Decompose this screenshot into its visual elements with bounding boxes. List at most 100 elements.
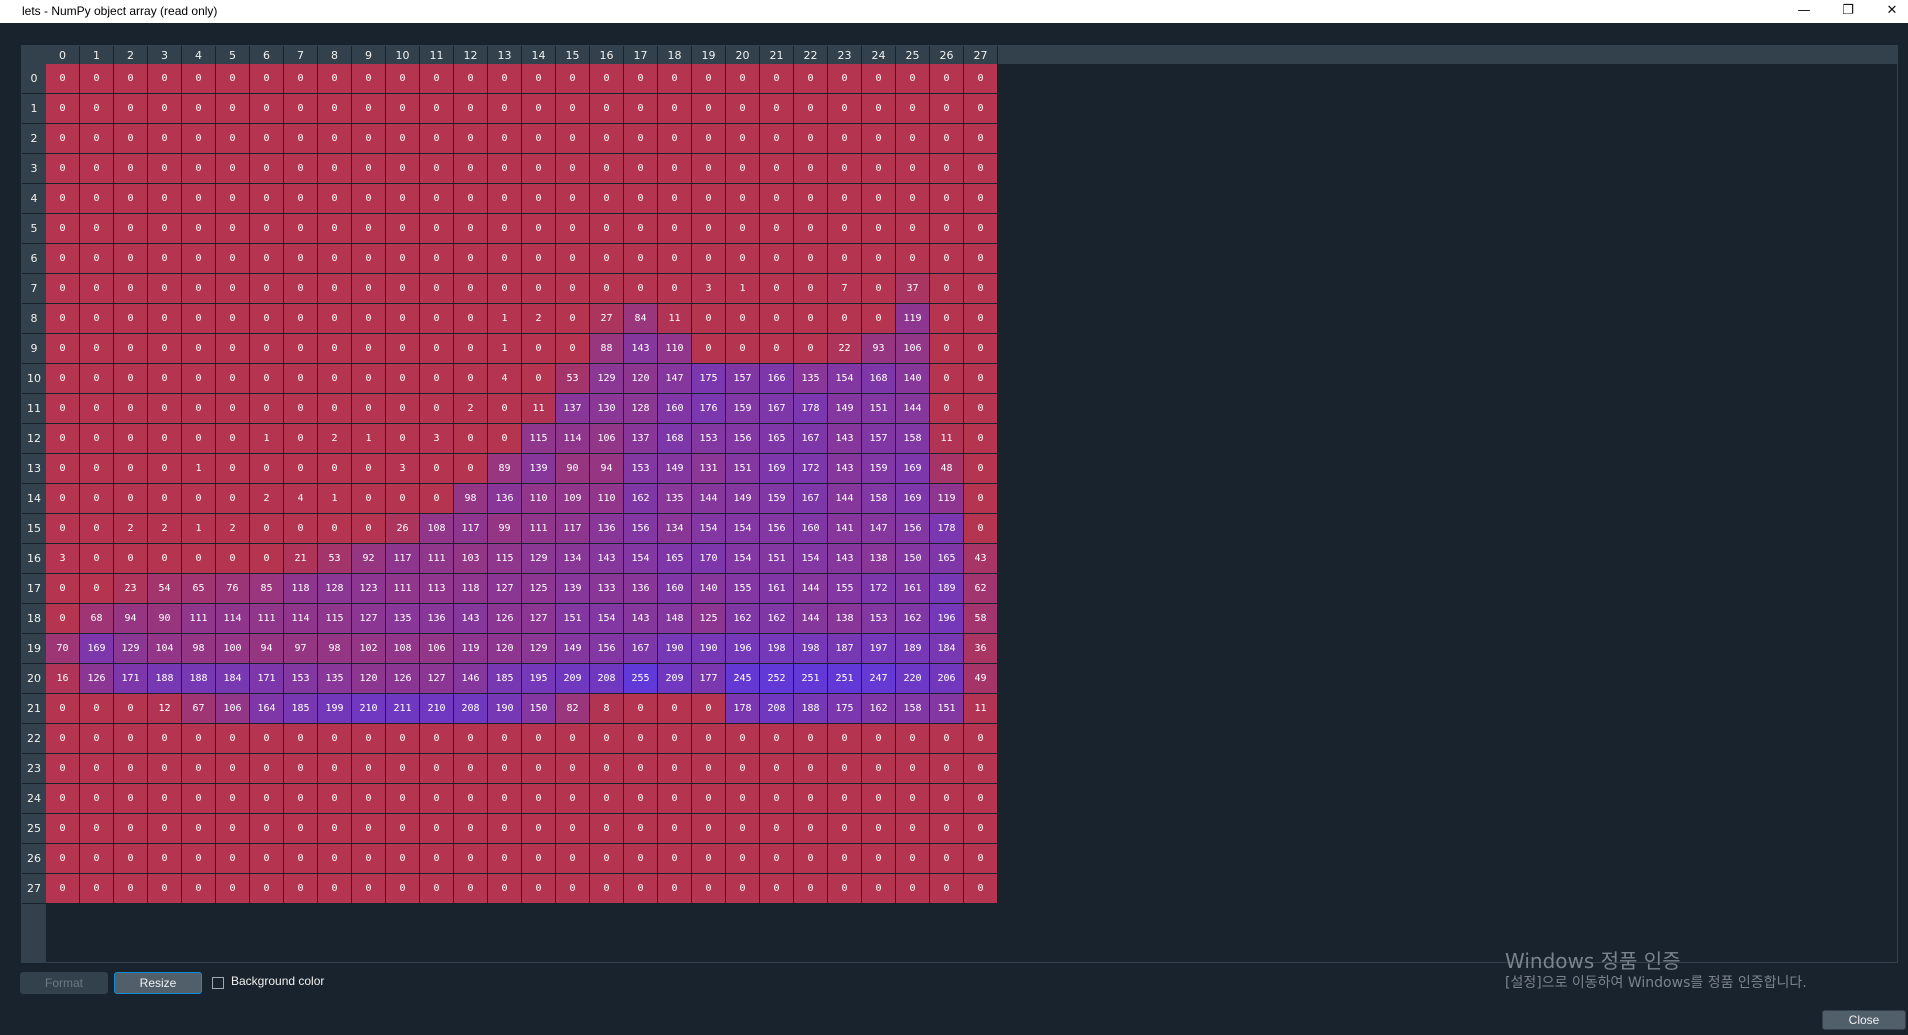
array-cell[interactable]: 0 [658, 94, 692, 124]
row-header[interactable]: 13 [22, 454, 46, 484]
array-cell[interactable]: 129 [522, 544, 556, 574]
array-cell[interactable]: 0 [658, 64, 692, 94]
array-cell[interactable]: 106 [896, 334, 930, 364]
array-cell[interactable]: 0 [250, 214, 284, 244]
array-cell[interactable]: 0 [760, 814, 794, 844]
array-cell[interactable]: 0 [318, 244, 352, 274]
array-cell[interactable]: 0 [284, 874, 318, 904]
array-cell[interactable]: 159 [760, 484, 794, 514]
array-cell[interactable]: 0 [658, 874, 692, 904]
array-cell[interactable]: 0 [284, 394, 318, 424]
array-cell[interactable]: 0 [454, 874, 488, 904]
array-cell[interactable]: 0 [284, 244, 318, 274]
array-cell[interactable]: 117 [454, 514, 488, 544]
array-cell[interactable]: 0 [148, 274, 182, 304]
array-cell[interactable]: 115 [522, 424, 556, 454]
array-cell[interactable]: 0 [454, 424, 488, 454]
array-cell[interactable]: 135 [386, 604, 420, 634]
array-cell[interactable]: 127 [522, 604, 556, 634]
array-cell[interactable]: 0 [182, 364, 216, 394]
array-cell[interactable]: 0 [862, 124, 896, 154]
array-cell[interactable]: 0 [80, 124, 114, 154]
array-cell[interactable]: 252 [760, 664, 794, 694]
array-cell[interactable]: 151 [930, 694, 964, 724]
array-cell[interactable]: 110 [522, 484, 556, 514]
array-cell[interactable]: 0 [284, 364, 318, 394]
array-cell[interactable]: 117 [556, 514, 590, 544]
array-cell[interactable]: 0 [148, 244, 182, 274]
array-cell[interactable]: 0 [318, 154, 352, 184]
array-cell[interactable]: 0 [454, 334, 488, 364]
array-cell[interactable]: 0 [896, 724, 930, 754]
array-cell[interactable]: 166 [760, 364, 794, 394]
array-cell[interactable]: 0 [964, 64, 998, 94]
array-cell[interactable]: 0 [80, 844, 114, 874]
array-cell[interactable]: 0 [216, 304, 250, 334]
array-cell[interactable]: 0 [760, 874, 794, 904]
array-cell[interactable]: 167 [624, 634, 658, 664]
array-cell[interactable]: 0 [828, 304, 862, 334]
array-cell[interactable]: 144 [896, 394, 930, 424]
array-cell[interactable]: 0 [318, 214, 352, 244]
array-cell[interactable]: 0 [828, 784, 862, 814]
row-header[interactable]: 27 [22, 874, 46, 904]
array-cell[interactable]: 0 [148, 814, 182, 844]
array-cell[interactable]: 143 [624, 604, 658, 634]
array-cell[interactable]: 0 [352, 244, 386, 274]
array-cell[interactable]: 0 [318, 94, 352, 124]
array-cell[interactable]: 0 [760, 214, 794, 244]
array-cell[interactable]: 103 [454, 544, 488, 574]
array-cell[interactable]: 0 [284, 754, 318, 784]
array-cell[interactable]: 111 [250, 604, 284, 634]
array-cell[interactable]: 0 [692, 124, 726, 154]
array-cell[interactable]: 0 [488, 754, 522, 784]
array-cell[interactable]: 0 [454, 244, 488, 274]
array-cell[interactable]: 12 [148, 694, 182, 724]
array-cell[interactable]: 0 [114, 184, 148, 214]
array-cell[interactable]: 0 [930, 94, 964, 124]
array-cell[interactable]: 0 [624, 844, 658, 874]
array-cell[interactable]: 0 [216, 754, 250, 784]
array-cell[interactable]: 0 [114, 454, 148, 484]
array-cell[interactable]: 111 [386, 574, 420, 604]
array-cell[interactable]: 0 [896, 814, 930, 844]
array-cell[interactable]: 0 [182, 124, 216, 154]
array-cell[interactable]: 114 [556, 424, 590, 454]
array-cell[interactable]: 82 [556, 694, 590, 724]
array-cell[interactable]: 0 [386, 274, 420, 304]
array-cell[interactable]: 0 [896, 154, 930, 184]
array-cell[interactable]: 0 [352, 94, 386, 124]
column-header[interactable]: 11 [420, 46, 454, 64]
array-cell[interactable]: 0 [284, 514, 318, 544]
array-cell[interactable]: 245 [726, 664, 760, 694]
array-cell[interactable]: 0 [352, 304, 386, 334]
array-cell[interactable]: 0 [420, 304, 454, 334]
array-cell[interactable]: 0 [692, 154, 726, 184]
array-cell[interactable]: 0 [726, 304, 760, 334]
array-cell[interactable]: 49 [964, 664, 998, 694]
array-cell[interactable]: 150 [896, 544, 930, 574]
array-cell[interactable]: 98 [182, 634, 216, 664]
row-header[interactable]: 3 [22, 154, 46, 184]
array-cell[interactable]: 0 [80, 274, 114, 304]
array-cell[interactable]: 0 [216, 334, 250, 364]
array-cell[interactable]: 0 [114, 484, 148, 514]
array-cell[interactable]: 0 [488, 64, 522, 94]
array-cell[interactable]: 0 [46, 364, 80, 394]
array-cell[interactable]: 0 [522, 274, 556, 304]
array-cell[interactable]: 0 [80, 334, 114, 364]
array-cell[interactable]: 134 [556, 544, 590, 574]
array-cell[interactable]: 0 [522, 334, 556, 364]
array-cell[interactable]: 143 [828, 454, 862, 484]
array-cell[interactable]: 53 [556, 364, 590, 394]
array-cell[interactable]: 0 [318, 394, 352, 424]
column-header[interactable]: 8 [318, 46, 352, 64]
row-header[interactable]: 2 [22, 124, 46, 154]
array-cell[interactable]: 108 [386, 634, 420, 664]
array-cell[interactable]: 0 [114, 274, 148, 304]
array-cell[interactable]: 0 [46, 454, 80, 484]
array-cell[interactable]: 0 [896, 244, 930, 274]
array-cell[interactable]: 0 [488, 874, 522, 904]
array-cell[interactable]: 0 [556, 214, 590, 244]
array-cell[interactable]: 0 [80, 454, 114, 484]
